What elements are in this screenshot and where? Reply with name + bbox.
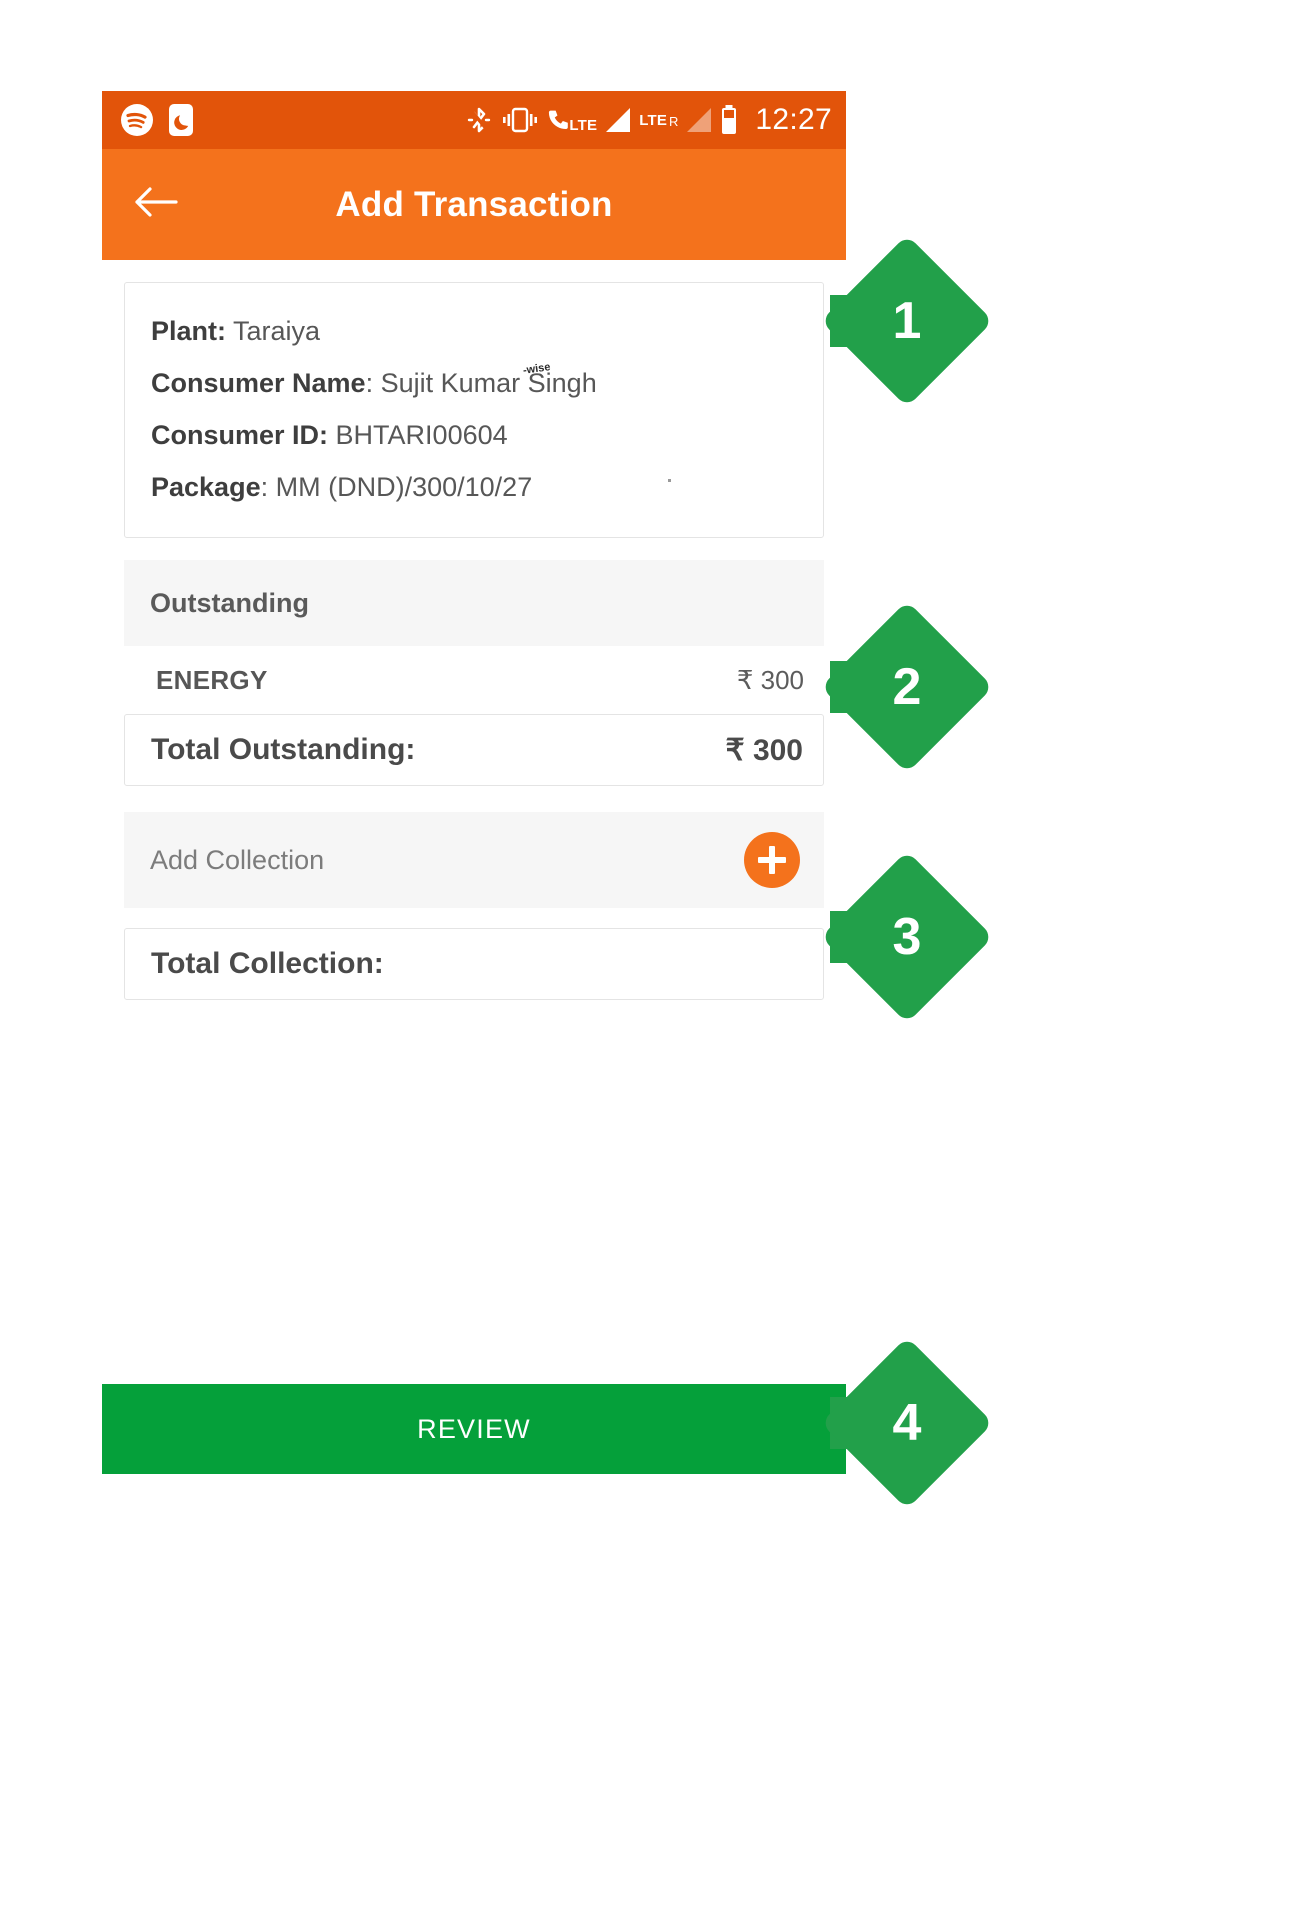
callout-number-4: 4 (892, 1394, 922, 1452)
info-value-consumer-name: Sujit Kumar Singh (380, 368, 597, 398)
total-outstanding-amount: ₹ 300 (725, 733, 803, 767)
info-row-package: Package: MM (DND)/300/10/27 (151, 461, 797, 513)
lte-roaming-icon: LTE R (639, 113, 678, 128)
add-collection-label: Add Collection (150, 844, 325, 875)
call-lte-icon: LTE (548, 107, 597, 133)
lte-roaming-label: LTE (639, 111, 668, 129)
plus-icon (758, 846, 786, 874)
status-bar: LTE LTE R 12:27 (102, 91, 846, 149)
total-collection-label: Total Collection: (151, 947, 384, 980)
callout-number-3: 3 (892, 908, 922, 966)
review-button[interactable]: REVIEW (102, 1384, 846, 1474)
app-bar: Add Transaction (102, 149, 846, 260)
total-collection-card: Total Collection: (124, 928, 824, 1000)
info-row-consumer-id: Consumer ID: BHTARI00604 (151, 409, 797, 461)
back-arrow-icon (132, 182, 180, 227)
info-label-consumer-id: Consumer ID: (151, 420, 329, 450)
callout-badge-1: 1 (820, 234, 994, 408)
add-collection-row[interactable]: Add Collection (124, 812, 824, 908)
screen-content: Plant: Taraiya Consumer Name: Sujit Kuma… (102, 260, 846, 1474)
do-not-disturb-moon-icon (168, 103, 194, 137)
back-button[interactable] (128, 177, 184, 233)
outstanding-line-energy: ENERGY ₹ 300 (124, 646, 824, 714)
watermark-dot (668, 479, 671, 482)
outstanding-title: Outstanding (150, 587, 309, 618)
info-label-plant: Plant: (151, 316, 227, 346)
vibrate-icon (501, 104, 539, 136)
phone-screenshot: LTE LTE R 12:27 Add Transaction Plant: T… (102, 91, 846, 1474)
outstanding-section-header: Outstanding (124, 560, 824, 646)
battery-icon (720, 104, 738, 136)
total-outstanding-label: Total Outstanding: (151, 733, 416, 766)
outstanding-line-label: ENERGY (156, 664, 268, 695)
lte-label: LTE (569, 117, 598, 134)
info-value-package: MM (DND)/300/10/27 (275, 472, 533, 502)
consumer-info-card: Plant: Taraiya Consumer Name: Sujit Kuma… (124, 282, 824, 538)
info-row-consumer-name: Consumer Name: Sujit Kumar Singh (151, 357, 797, 409)
status-bar-clock: 12:27 (755, 103, 832, 136)
roaming-suffix-label: R (669, 113, 679, 129)
callout-badge-4: 4 (820, 1336, 994, 1510)
bluetooth-off-icon (466, 104, 492, 136)
info-value-consumer-id: BHTARI00604 (335, 420, 508, 450)
info-label-consumer-name: Consumer Name (151, 368, 366, 398)
status-bar-left-icons (120, 103, 194, 137)
signal-bar-icon-2 (687, 108, 712, 132)
status-bar-right-icons: LTE LTE R 12:27 (466, 104, 832, 136)
spotify-icon (120, 103, 154, 137)
callout-badge-3: 3 (820, 850, 994, 1024)
callout-badge-2: 2 (820, 600, 994, 774)
info-value-plant: Taraiya (233, 316, 321, 346)
total-outstanding-card: Total Outstanding: ₹ 300 (124, 714, 824, 786)
callout-number-1: 1 (892, 292, 922, 350)
outstanding-line-amount: ₹ 300 (736, 664, 804, 695)
callout-number-2: 2 (892, 658, 922, 716)
add-collection-button[interactable] (744, 832, 800, 888)
page-title: Add Transaction (335, 184, 613, 224)
info-row-plant: Plant: Taraiya (151, 305, 797, 357)
signal-bar-icon-1 (606, 108, 631, 132)
info-label-package: Package (151, 472, 261, 502)
info-separator-package: : (260, 472, 269, 502)
info-separator-consumer-name: : (365, 368, 374, 398)
